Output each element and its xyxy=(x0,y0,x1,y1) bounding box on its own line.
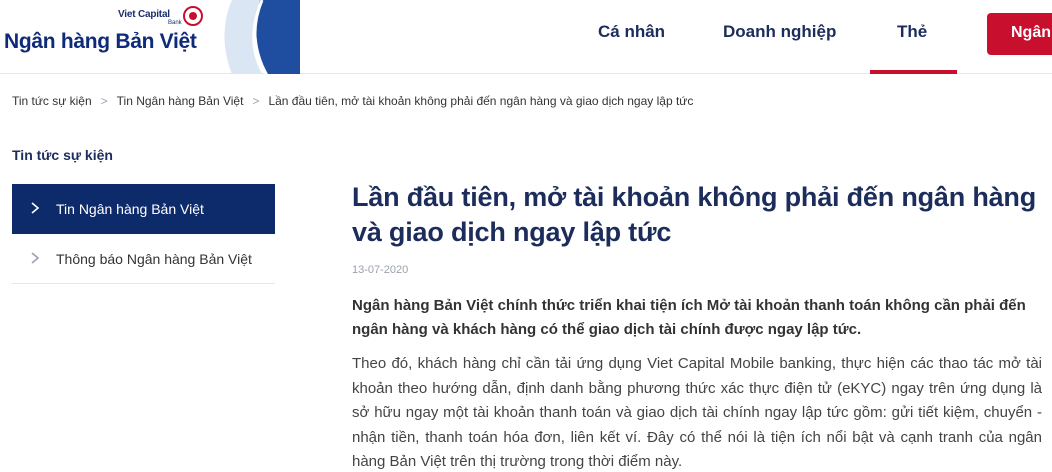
breadcrumb-item-bank-news[interactable]: Tin Ngân hàng Bản Việt xyxy=(117,94,244,108)
breadcrumb-item-news[interactable]: Tin tức sự kiện xyxy=(12,94,92,108)
chevron-right-icon xyxy=(31,202,40,214)
chevron-right-icon xyxy=(31,252,40,264)
article-title: Lần đầu tiên, mở tài khoản không phải đế… xyxy=(352,182,1037,247)
breadcrumb-separator-icon: > xyxy=(252,94,260,108)
nav-item-ca-nhan[interactable]: Cá nhân xyxy=(598,22,665,42)
bank-logo[interactable]: Viet Capital Bank Ngân hàng Bản Việt xyxy=(0,0,300,74)
article-body: Theo đó, khách hàng chỉ cần tải ứng dụng… xyxy=(352,355,1042,471)
sidebar-item-label: Thông báo Ngân hàng Bản Việt xyxy=(56,251,252,267)
article-date: 13-07-2020 xyxy=(352,264,409,276)
logo-brand-text: Viet Capital xyxy=(118,9,170,20)
sidebar-item-announcements[interactable]: Thông báo Ngân hàng Bản Việt xyxy=(12,234,275,284)
logo-seal-icon xyxy=(183,6,203,26)
site-header: Viet Capital Bank Ngân hàng Bản Việt Cá … xyxy=(0,0,1052,74)
logo-name-text: Ngân hàng Bản Việt xyxy=(4,30,197,53)
nav-active-indicator xyxy=(870,70,957,74)
nav-item-doanh-nghiep[interactable]: Doanh nghiệp xyxy=(723,22,836,42)
sidebar-item-bank-news[interactable]: Tin Ngân hàng Bản Việt xyxy=(12,184,275,234)
breadcrumb: Tin tức sự kiện > Tin Ngân hàng Bản Việt > L… xyxy=(12,94,693,108)
article-lead: Ngân hàng Bản Việt chính thức triển khai… xyxy=(352,297,1026,338)
sidebar-item-label: Tin Ngân hàng Bản Việt xyxy=(56,201,204,217)
nav-item-the[interactable]: Thẻ xyxy=(897,22,927,42)
article: Lần đầu tiên, mở tài khoản không phải đế… xyxy=(352,180,1042,472)
breadcrumb-separator-icon: > xyxy=(100,94,108,108)
sidebar-title: Tin tức sự kiện xyxy=(12,147,113,163)
sidebar-menu: Tin Ngân hàng Bản Việt Thông báo Ngân hà… xyxy=(12,184,275,284)
breadcrumb-item-current: Lần đầu tiên, mở tài khoản không phải đế… xyxy=(268,94,694,108)
nav-cta-button[interactable]: Ngân xyxy=(987,13,1052,55)
logo-sub-text: Bank xyxy=(168,20,182,26)
